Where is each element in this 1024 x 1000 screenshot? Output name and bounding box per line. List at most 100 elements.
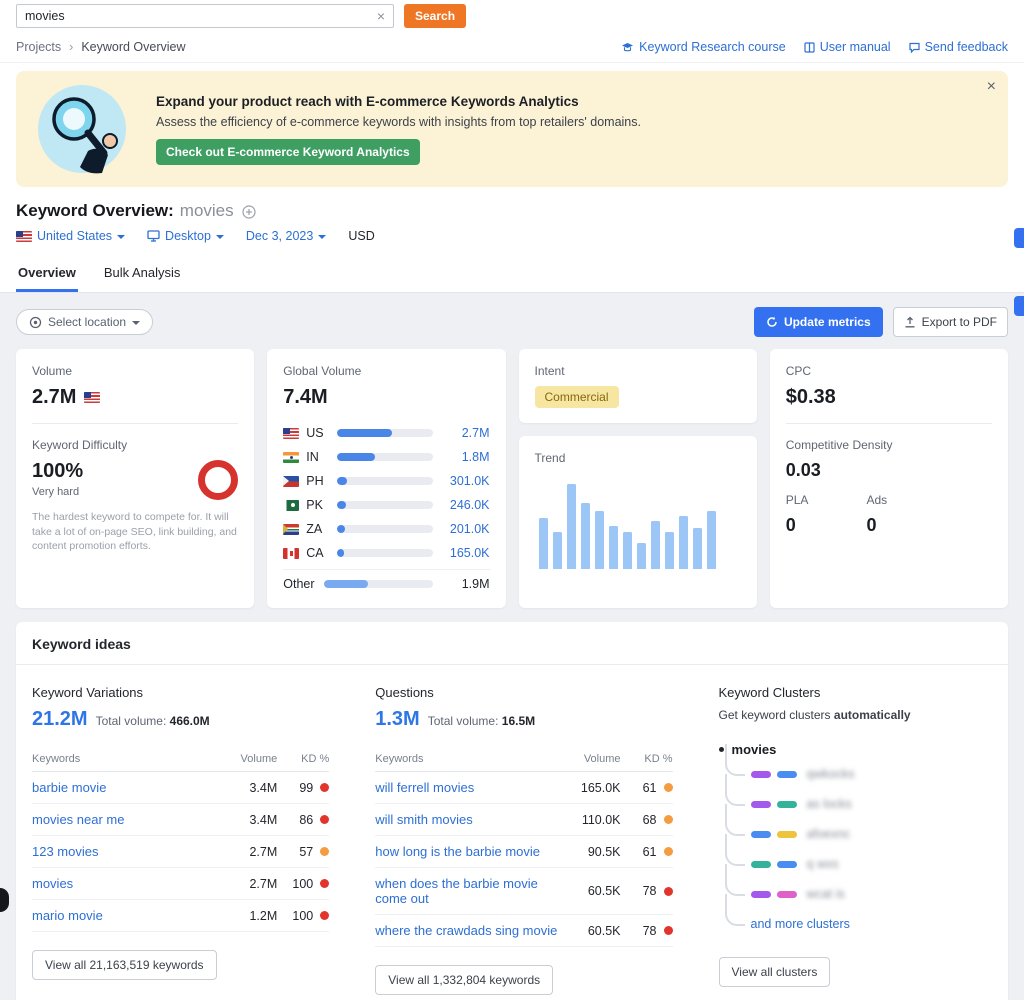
cluster-pill [777,861,797,868]
device-filter[interactable]: Desktop [147,229,224,243]
top-search-bar: × Search [0,0,1024,30]
country-code: US [306,426,330,440]
kd-level: Very hard [32,486,83,498]
country-code: CA [306,546,330,560]
banner-cta-button[interactable]: Check out E-commerce Keyword Analytics [156,139,420,165]
us-flag-icon [16,231,32,242]
country-volume[interactable]: 2.7M [440,426,490,440]
trend-chart [535,477,741,569]
trend-bar [595,511,604,569]
keyword-link[interactable]: will smith movies [375,812,568,827]
floating-side-button[interactable] [1014,296,1024,316]
keyword-link[interactable]: 123 movies [32,844,225,859]
keyword-link[interactable]: will ferrell movies [375,780,568,795]
country-volume[interactable]: 201.0K [440,522,490,536]
banner-title: Expand your product reach with E-commerc… [156,94,641,109]
volume-bar-fill [337,525,345,533]
select-location-dropdown[interactable]: Select location [16,309,153,335]
us-flag-icon [84,392,100,403]
keyword-link[interactable]: how long is the barbie movie [375,844,568,859]
date-filter[interactable]: Dec 3, 2023 [246,229,326,243]
country-volume[interactable]: 165.0K [440,546,490,560]
trend-bar [553,532,562,569]
global-volume-row: PH 301.0K [283,469,489,493]
cluster-branch: q wxs [725,849,992,879]
keyword-research-course-link[interactable]: Keyword Research course [621,40,786,54]
banner-close-icon[interactable]: × [987,79,996,95]
floating-side-button[interactable] [1014,228,1024,248]
send-feedback-link[interactable]: Send feedback [909,40,1008,54]
keyword-variations-column: Keyword Variations 21.2M Total volume: 4… [32,685,329,995]
view-all-variations-button[interactable]: View all 21,163,519 keywords [32,950,217,980]
kd-dot [320,815,329,824]
trend-label: Trend [535,451,741,465]
volume-bar-fill [324,580,369,588]
search-button[interactable]: Search [404,4,466,28]
volume-label: Volume [32,364,238,378]
country-volume[interactable]: 246.0K [440,498,490,512]
table-row: where the crawdads sing movie 60.5K 78 [375,915,672,947]
tab-bulk-analysis[interactable]: Bulk Analysis [102,259,183,292]
location-target-icon [29,316,42,329]
kd-dot [320,879,329,888]
global-volume-row-other: Other 1.9M [283,569,489,593]
keyword-link[interactable]: where the crawdads sing movie [375,923,568,938]
cpc-card: CPC $0.38 Competitive Density 0.03 PLA 0… [770,349,1008,608]
trend-bar [679,516,688,569]
volume-bar-track [337,453,432,461]
trend-bar [567,484,576,569]
country-flag [283,452,299,463]
bullet-icon [719,747,724,752]
chevron-down-icon [117,235,125,239]
breadcrumb-current: Keyword Overview [81,40,185,54]
cluster-branch: qwkocks [725,759,992,789]
view-all-clusters-button[interactable]: View all clusters [719,957,831,987]
country-volume[interactable]: 301.0K [440,474,490,488]
cpc-label: CPC [786,364,992,378]
export-to-pdf-button[interactable]: Export to PDF [893,307,1008,337]
blurred-keyword: wcat is [807,887,845,901]
volume-bar-fill [337,501,346,509]
competitive-density-value: 0.03 [786,460,992,481]
intent-card: Intent Commercial [519,349,757,423]
country-volume[interactable]: 1.8M [440,450,490,464]
global-volume-row: IN 1.8M [283,445,489,469]
chevron-down-icon [318,235,326,239]
intent-badge[interactable]: Commercial [535,386,619,408]
clusters-title: Keyword Clusters [719,685,992,700]
table-row: 123 movies 2.7M 57 [32,836,329,868]
view-all-questions-button[interactable]: View all 1,332,804 keywords [375,965,553,995]
breadcrumb-projects[interactable]: Projects [16,40,61,54]
search-input[interactable] [25,9,377,23]
kd-dot [320,783,329,792]
clear-search-icon[interactable]: × [377,9,385,23]
more-clusters-link[interactable]: and more clusters [751,917,850,931]
kd-dot [664,783,673,792]
keyword-link[interactable]: movies [32,876,225,891]
cluster-name[interactable]: movies [719,742,992,757]
user-manual-link[interactable]: User manual [804,40,891,54]
blurred-keyword: afoexnc [807,827,851,841]
add-keyword-icon[interactable] [242,205,256,219]
trend-bar [637,543,646,569]
tab-overview[interactable]: Overview [16,259,78,292]
table-row: how long is the barbie movie 90.5K 61 [375,836,672,868]
questions-count: 1.3M [375,708,419,731]
keyword-ideas-title: Keyword ideas [16,636,1008,664]
keyword-link[interactable]: barbie movie [32,780,225,795]
search-box[interactable]: × [16,4,394,28]
kd-dot [664,887,673,896]
keyword-link[interactable]: when does the barbie movie come out [375,876,568,906]
table-row: barbie movie 3.4M 99 [32,772,329,804]
keyword-link[interactable]: mario movie [32,908,225,923]
competitive-density-label: Competitive Density [786,438,992,452]
trend-bar [665,532,674,569]
global-volume-row: PK 246.0K [283,493,489,517]
keyword-link[interactable]: movies near me [32,812,225,827]
country-filter[interactable]: United States [16,229,125,243]
cluster-branch: wcat is [725,879,992,909]
volume-bar-track [337,549,432,557]
trend-bar [693,528,702,569]
update-metrics-button[interactable]: Update metrics [754,307,883,337]
volume-bar-fill [337,453,375,461]
